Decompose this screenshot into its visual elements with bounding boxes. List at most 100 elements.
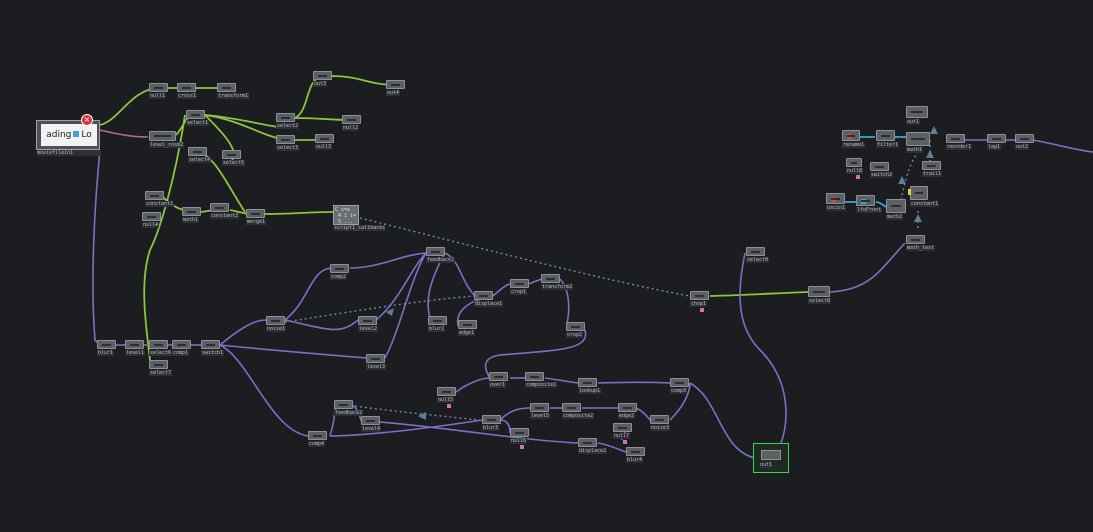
node-level4[interactable]: level4: [361, 416, 382, 432]
node-lfofront[interactable]: lfoFront: [856, 195, 883, 213]
node-level2[interactable]: level2: [358, 316, 379, 332]
node-box: [876, 130, 895, 141]
node-trail1[interactable]: trail1: [922, 161, 943, 177]
node-math1[interactable]: math1: [182, 207, 201, 223]
node-feedback2[interactable]: feedback2: [334, 400, 364, 416]
node-composite1[interactable]: composite1: [525, 372, 558, 388]
node-edge2[interactable]: edge2: [618, 403, 637, 419]
node-box: [906, 106, 928, 118]
node-label: noise3: [650, 425, 671, 431]
node-level3[interactable]: level3: [366, 354, 387, 370]
yellow-marker-icon: [908, 189, 911, 195]
node-box: [186, 110, 205, 119]
node-label: null4: [142, 222, 160, 228]
node-select3[interactable]: select3: [276, 135, 300, 151]
node-comp4[interactable]: comp4: [308, 431, 327, 447]
node-level-rosm2[interactable]: level_rosm2: [149, 131, 185, 148]
node-box: [97, 340, 116, 349]
node-blur3[interactable]: blur3: [482, 415, 501, 431]
node-constant1[interactable]: constant1: [145, 191, 175, 207]
node-select9[interactable]: select9: [746, 247, 770, 263]
node-null5[interactable]: null5: [437, 387, 456, 408]
node-oscin1[interactable]: oscin1: [826, 193, 847, 211]
node-label: select4: [188, 157, 212, 163]
node-chop1[interactable]: chop1: [690, 291, 709, 312]
node-label: null3: [315, 144, 333, 150]
node-label: crop2: [566, 332, 584, 338]
node-select6[interactable]: select6: [149, 340, 173, 356]
node-cross1[interactable]: cross1: [177, 83, 198, 99]
node-lookup1[interactable]: lookup1: [578, 378, 602, 394]
node-network: ading Lo × moviefilein1 C s=e 4 1 i= 5 ..…: [0, 0, 1093, 532]
script-node[interactable]: C s=e 4 1 i= 5 ... script1_callbacks: [333, 205, 386, 231]
node-composite2[interactable]: composite2: [562, 403, 595, 419]
node-noise3[interactable]: noise3: [650, 415, 671, 431]
node-merge1[interactable]: merge1: [246, 209, 267, 225]
node-displace1[interactable]: displace1: [474, 291, 504, 307]
node-out1[interactable]: out1: [906, 106, 928, 125]
node-select7[interactable]: select7: [149, 360, 173, 376]
node-switch2[interactable]: switch2: [870, 162, 894, 178]
node-math1[interactable]: math1: [906, 132, 930, 153]
node-level5[interactable]: level5: [530, 403, 551, 419]
node-transform2[interactable]: transform2: [541, 274, 574, 290]
node-comp3[interactable]: comp3: [670, 378, 689, 394]
node-box: [361, 416, 380, 425]
node-feedback1[interactable]: feedback1: [426, 247, 456, 263]
node-label: select8: [808, 298, 832, 304]
node-null3[interactable]: null3: [315, 134, 334, 150]
node-null4[interactable]: null4: [142, 212, 161, 228]
node-comp1[interactable]: comp1: [172, 340, 191, 356]
node-select1[interactable]: select1: [186, 110, 210, 126]
node-blur2[interactable]: blur2: [428, 316, 447, 332]
node-label: out1: [760, 462, 773, 468]
node-filter1[interactable]: filter1: [876, 130, 900, 148]
flag-icon: [520, 445, 524, 449]
node-select4[interactable]: select4: [188, 147, 212, 163]
node-label: level4: [361, 426, 382, 432]
node-comp2[interactable]: comp2: [330, 264, 349, 280]
node-box: [826, 193, 845, 204]
node-math-text[interactable]: math_text: [906, 235, 936, 251]
node-null6[interactable]: null6: [510, 428, 529, 449]
node-math2[interactable]: math2: [886, 199, 906, 220]
node-box: [578, 438, 597, 447]
node-box: [386, 80, 405, 89]
node-null2[interactable]: null2: [342, 115, 361, 131]
output-node-selected[interactable]: out1: [753, 443, 789, 473]
node-select8[interactable]: select8: [808, 286, 832, 304]
node-constant2[interactable]: constant2: [210, 203, 240, 219]
node-label: select5: [222, 160, 246, 166]
node-label: null1: [149, 93, 167, 99]
node-crop2[interactable]: crop2: [566, 322, 585, 338]
node-null1[interactable]: null1: [149, 83, 168, 99]
node-noise1[interactable]: noise1: [266, 316, 287, 332]
node-transform1[interactable]: transform1: [217, 83, 250, 99]
node-rename1[interactable]: rename1: [842, 130, 866, 148]
moviefilein-node[interactable]: ading Lo × moviefilein1: [36, 114, 101, 156]
node-null7[interactable]: null7: [613, 423, 632, 444]
error-icon[interactable]: ×: [81, 114, 93, 126]
node-displace2[interactable]: displace2: [578, 438, 608, 454]
node-label: blur3: [482, 425, 500, 431]
node-constant1[interactable]: constant1: [908, 186, 940, 207]
node-blur1[interactable]: blur1: [97, 340, 116, 356]
node-box: [266, 316, 285, 325]
node-label: null6: [510, 438, 528, 444]
node-select5[interactable]: select5: [222, 150, 246, 166]
node-over1[interactable]: over1: [489, 372, 508, 388]
node-blur4[interactable]: blur4: [626, 447, 645, 463]
node-edge1[interactable]: edge1: [458, 320, 477, 336]
node-crop1[interactable]: crop1: [510, 279, 529, 295]
node-lag1[interactable]: lag1: [987, 134, 1006, 150]
node-out4[interactable]: out4: [386, 80, 405, 96]
node-label: level2: [358, 326, 379, 332]
node-level1[interactable]: level1: [125, 340, 146, 356]
node-out2[interactable]: out2: [1015, 134, 1034, 150]
node-select2[interactable]: select2: [276, 113, 300, 129]
node-null8[interactable]: null8: [846, 158, 864, 179]
node-box: [201, 340, 220, 349]
node-switch1[interactable]: switch1: [201, 340, 225, 356]
node-reorder1[interactable]: reorder1: [946, 134, 973, 150]
node-out3[interactable]: out3: [313, 71, 332, 87]
